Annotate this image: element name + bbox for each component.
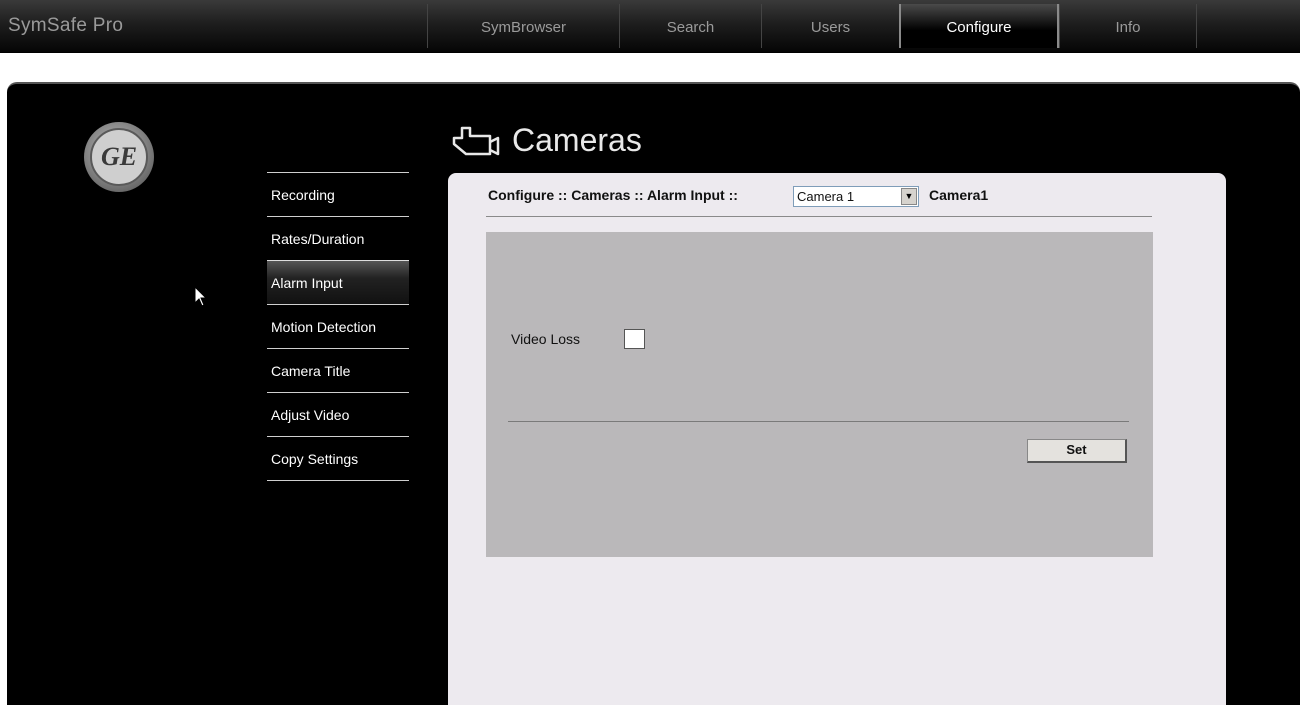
camera-select[interactable]: Camera 1 ▼ — [793, 186, 919, 207]
menu-item-recording[interactable]: Recording — [267, 172, 409, 216]
logo-text: GE — [90, 128, 148, 186]
page-title-text: Cameras — [512, 122, 642, 158]
video-loss-checkbox[interactable] — [624, 329, 645, 349]
app-title: SymSafe Pro — [8, 15, 124, 36]
set-button[interactable]: Set — [1027, 439, 1127, 463]
tab-configure[interactable]: Configure — [899, 4, 1059, 48]
menu-item-motion-detection[interactable]: Motion Detection — [267, 304, 409, 348]
header-divider — [486, 216, 1152, 217]
ge-logo: GE — [84, 122, 154, 192]
camera-name: Camera1 — [929, 187, 989, 203]
menu-item-rates-duration[interactable]: Rates/Duration — [267, 216, 409, 260]
tab-symbrowser[interactable]: SymBrowser — [427, 4, 619, 48]
top-nav-bar: SymSafe Pro SymBrowser Search Users Conf… — [0, 0, 1300, 53]
tab-search[interactable]: Search — [619, 4, 761, 48]
camera-icon — [452, 126, 500, 156]
tab-info[interactable]: Info — [1059, 4, 1197, 48]
video-loss-label: Video Loss — [511, 331, 581, 347]
alarm-input-settings: Video Loss Set — [486, 232, 1153, 557]
mouse-cursor-icon — [194, 286, 208, 307]
config-menu: Recording Rates/Duration Alarm Input Mot… — [267, 172, 409, 482]
chevron-down-icon[interactable]: ▼ — [901, 188, 917, 205]
content-panel: Configure :: Cameras :: Alarm Input :: C… — [448, 173, 1226, 705]
menu-item-alarm-input[interactable]: Alarm Input — [267, 260, 409, 304]
menu-item-camera-title[interactable]: Camera Title — [267, 348, 409, 392]
menu-item-copy-settings[interactable]: Copy Settings — [267, 436, 409, 480]
menu-item-adjust-video[interactable]: Adjust Video — [267, 392, 409, 436]
camera-select-value: Camera 1 — [797, 189, 855, 204]
breadcrumb: Configure :: Cameras :: Alarm Input :: — [488, 187, 738, 203]
settings-divider — [508, 421, 1129, 422]
tab-users[interactable]: Users — [761, 4, 899, 48]
